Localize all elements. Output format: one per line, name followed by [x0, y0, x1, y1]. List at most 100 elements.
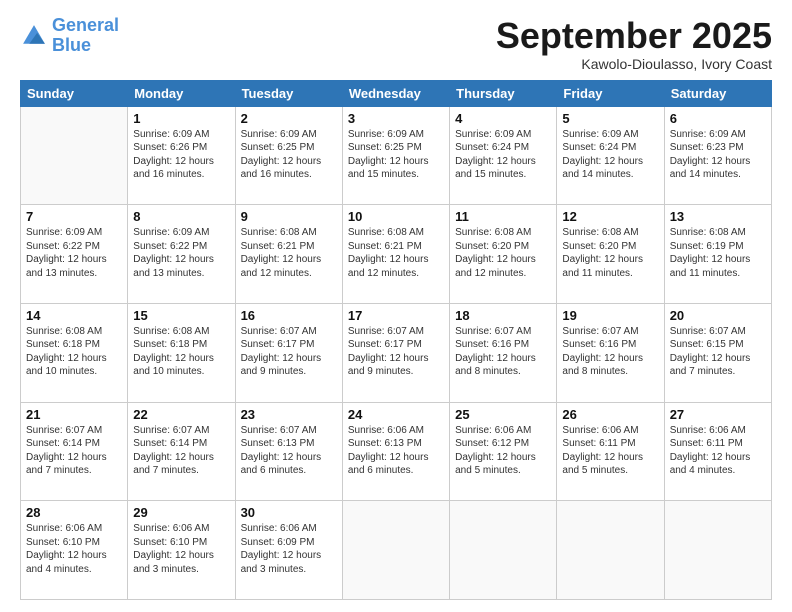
table-cell: 19Sunrise: 6:07 AM Sunset: 6:16 PM Dayli…	[557, 303, 664, 402]
day-number: 2	[241, 111, 337, 126]
day-info: Sunrise: 6:08 AM Sunset: 6:18 PM Dayligh…	[133, 325, 229, 379]
day-number: 24	[348, 407, 444, 422]
day-number: 4	[455, 111, 551, 126]
table-cell	[557, 501, 664, 600]
logo-text: General Blue	[52, 16, 119, 56]
day-number: 15	[133, 308, 229, 323]
table-cell: 23 Sunrise: 6:07 AM Sunset: 6:13 PM Dayli…	[235, 402, 342, 501]
col-wednesday: Wednesday	[342, 80, 449, 106]
table-cell: 29 Sunrise: 6:06 AM Sunset: 6:10 PM Dayli…	[128, 501, 235, 600]
subtitle: Kawolo-Dioulasso, Ivory Coast	[496, 56, 772, 72]
day-info: Sunrise: 6:06 AM Sunset: 6:10 PM Dayligh…	[133, 522, 229, 576]
table-cell: 8 Sunrise: 6:09 AM Sunset: 6:22 PM Daylig…	[128, 205, 235, 304]
day-info: Sunrise: 6:08 AM Sunset: 6:21 PM Dayligh…	[348, 226, 444, 280]
day-number: 13	[670, 209, 766, 224]
week-row-3: 14 Sunrise: 6:08 AM Sunset: 6:18 PM Dayli…	[21, 303, 772, 402]
day-number: 14	[26, 308, 122, 323]
day-info: Sunrise: 6:09 AM Sunset: 6:23 PM Dayligh…	[670, 128, 766, 182]
day-info: Sunrise: 6:07 AM Sunset: 6:15 PM Dayligh…	[670, 325, 766, 379]
day-number: 21	[26, 407, 122, 422]
col-friday: Friday	[557, 80, 664, 106]
table-cell: 15 Sunrise: 6:08 AM Sunset: 6:18 PM Dayli…	[128, 303, 235, 402]
day-info: Sunrise: 6:06 AM Sunset: 6:11 PM Dayligh…	[562, 424, 658, 478]
calendar-header-row: Sunday Monday Tuesday Wednesday Thursday…	[21, 80, 772, 106]
day-number: 25	[455, 407, 551, 422]
day-number: 26	[562, 407, 658, 422]
day-info: Sunrise: 6:09 AM Sunset: 6:22 PM Dayligh…	[26, 226, 122, 280]
table-cell: 27Sunrise: 6:06 AM Sunset: 6:11 PM Dayli…	[664, 402, 771, 501]
day-number: 8	[133, 209, 229, 224]
day-info: Sunrise: 6:09 AM Sunset: 6:26 PM Dayligh…	[133, 128, 229, 182]
day-number: 20	[670, 308, 766, 323]
day-number: 1	[133, 111, 229, 126]
logo-icon	[20, 22, 48, 50]
table-cell	[342, 501, 449, 600]
week-row-4: 21Sunrise: 6:07 AM Sunset: 6:14 PM Dayli…	[21, 402, 772, 501]
calendar: Sunday Monday Tuesday Wednesday Thursday…	[20, 80, 772, 600]
day-info: Sunrise: 6:09 AM Sunset: 6:22 PM Dayligh…	[133, 226, 229, 280]
day-number: 6	[670, 111, 766, 126]
day-info: Sunrise: 6:08 AM Sunset: 6:21 PM Dayligh…	[241, 226, 337, 280]
day-number: 18	[455, 308, 551, 323]
day-info: Sunrise: 6:09 AM Sunset: 6:24 PM Dayligh…	[455, 128, 551, 182]
logo-line2: Blue	[52, 35, 91, 55]
table-cell: 17 Sunrise: 6:07 AM Sunset: 6:17 PM Dayli…	[342, 303, 449, 402]
day-info: Sunrise: 6:06 AM Sunset: 6:12 PM Dayligh…	[455, 424, 551, 478]
day-info: Sunrise: 6:09 AM Sunset: 6:24 PM Dayligh…	[562, 128, 658, 182]
table-cell	[21, 106, 128, 205]
header: General Blue September 2025 Kawolo-Dioul…	[20, 16, 772, 72]
col-saturday: Saturday	[664, 80, 771, 106]
day-number: 12	[562, 209, 658, 224]
table-cell: 24Sunrise: 6:06 AM Sunset: 6:13 PM Dayli…	[342, 402, 449, 501]
table-cell	[664, 501, 771, 600]
table-cell: 20 Sunrise: 6:07 AM Sunset: 6:15 PM Dayli…	[664, 303, 771, 402]
day-number: 9	[241, 209, 337, 224]
table-cell: 16 Sunrise: 6:07 AM Sunset: 6:17 PM Dayli…	[235, 303, 342, 402]
day-info: Sunrise: 6:08 AM Sunset: 6:18 PM Dayligh…	[26, 325, 122, 379]
day-number: 17	[348, 308, 444, 323]
day-info: Sunrise: 6:06 AM Sunset: 6:09 PM Dayligh…	[241, 522, 337, 576]
col-tuesday: Tuesday	[235, 80, 342, 106]
col-monday: Monday	[128, 80, 235, 106]
table-cell: 10 Sunrise: 6:08 AM Sunset: 6:21 PM Dayli…	[342, 205, 449, 304]
day-number: 29	[133, 505, 229, 520]
day-number: 11	[455, 209, 551, 224]
table-cell: 22Sunrise: 6:07 AM Sunset: 6:14 PM Dayli…	[128, 402, 235, 501]
day-info: Sunrise: 6:08 AM Sunset: 6:19 PM Dayligh…	[670, 226, 766, 280]
table-cell: 14 Sunrise: 6:08 AM Sunset: 6:18 PM Dayli…	[21, 303, 128, 402]
day-info: Sunrise: 6:06 AM Sunset: 6:11 PM Dayligh…	[670, 424, 766, 478]
day-number: 10	[348, 209, 444, 224]
week-row-2: 7 Sunrise: 6:09 AM Sunset: 6:22 PM Daylig…	[21, 205, 772, 304]
day-info: Sunrise: 6:07 AM Sunset: 6:17 PM Dayligh…	[348, 325, 444, 379]
day-number: 28	[26, 505, 122, 520]
logo: General Blue	[20, 16, 119, 56]
table-cell: 6 Sunrise: 6:09 AM Sunset: 6:23 PM Daylig…	[664, 106, 771, 205]
week-row-5: 28 Sunrise: 6:06 AM Sunset: 6:10 PM Dayli…	[21, 501, 772, 600]
table-cell: 21Sunrise: 6:07 AM Sunset: 6:14 PM Dayli…	[21, 402, 128, 501]
logo-line1: General	[52, 15, 119, 35]
day-number: 30	[241, 505, 337, 520]
day-info: Sunrise: 6:07 AM Sunset: 6:17 PM Dayligh…	[241, 325, 337, 379]
table-cell: 28 Sunrise: 6:06 AM Sunset: 6:10 PM Dayli…	[21, 501, 128, 600]
day-info: Sunrise: 6:09 AM Sunset: 6:25 PM Dayligh…	[348, 128, 444, 182]
table-cell: 25 Sunrise: 6:06 AM Sunset: 6:12 PM Dayli…	[450, 402, 557, 501]
day-info: Sunrise: 6:07 AM Sunset: 6:16 PM Dayligh…	[455, 325, 551, 379]
title-block: September 2025 Kawolo-Dioulasso, Ivory C…	[496, 16, 772, 72]
day-info: Sunrise: 6:08 AM Sunset: 6:20 PM Dayligh…	[455, 226, 551, 280]
table-cell	[450, 501, 557, 600]
table-cell: 18 Sunrise: 6:07 AM Sunset: 6:16 PM Dayli…	[450, 303, 557, 402]
day-number: 22	[133, 407, 229, 422]
day-number: 7	[26, 209, 122, 224]
day-info: Sunrise: 6:07 AM Sunset: 6:16 PM Dayligh…	[562, 325, 658, 379]
table-cell: 2 Sunrise: 6:09 AM Sunset: 6:25 PM Daylig…	[235, 106, 342, 205]
table-cell: 9 Sunrise: 6:08 AM Sunset: 6:21 PM Daylig…	[235, 205, 342, 304]
table-cell: 1 Sunrise: 6:09 AM Sunset: 6:26 PM Daylig…	[128, 106, 235, 205]
day-number: 16	[241, 308, 337, 323]
table-cell: 26 Sunrise: 6:06 AM Sunset: 6:11 PM Dayli…	[557, 402, 664, 501]
day-info: Sunrise: 6:07 AM Sunset: 6:13 PM Dayligh…	[241, 424, 337, 478]
day-number: 5	[562, 111, 658, 126]
day-number: 23	[241, 407, 337, 422]
day-info: Sunrise: 6:09 AM Sunset: 6:25 PM Dayligh…	[241, 128, 337, 182]
day-info: Sunrise: 6:06 AM Sunset: 6:10 PM Dayligh…	[26, 522, 122, 576]
table-cell: 5 Sunrise: 6:09 AM Sunset: 6:24 PM Daylig…	[557, 106, 664, 205]
